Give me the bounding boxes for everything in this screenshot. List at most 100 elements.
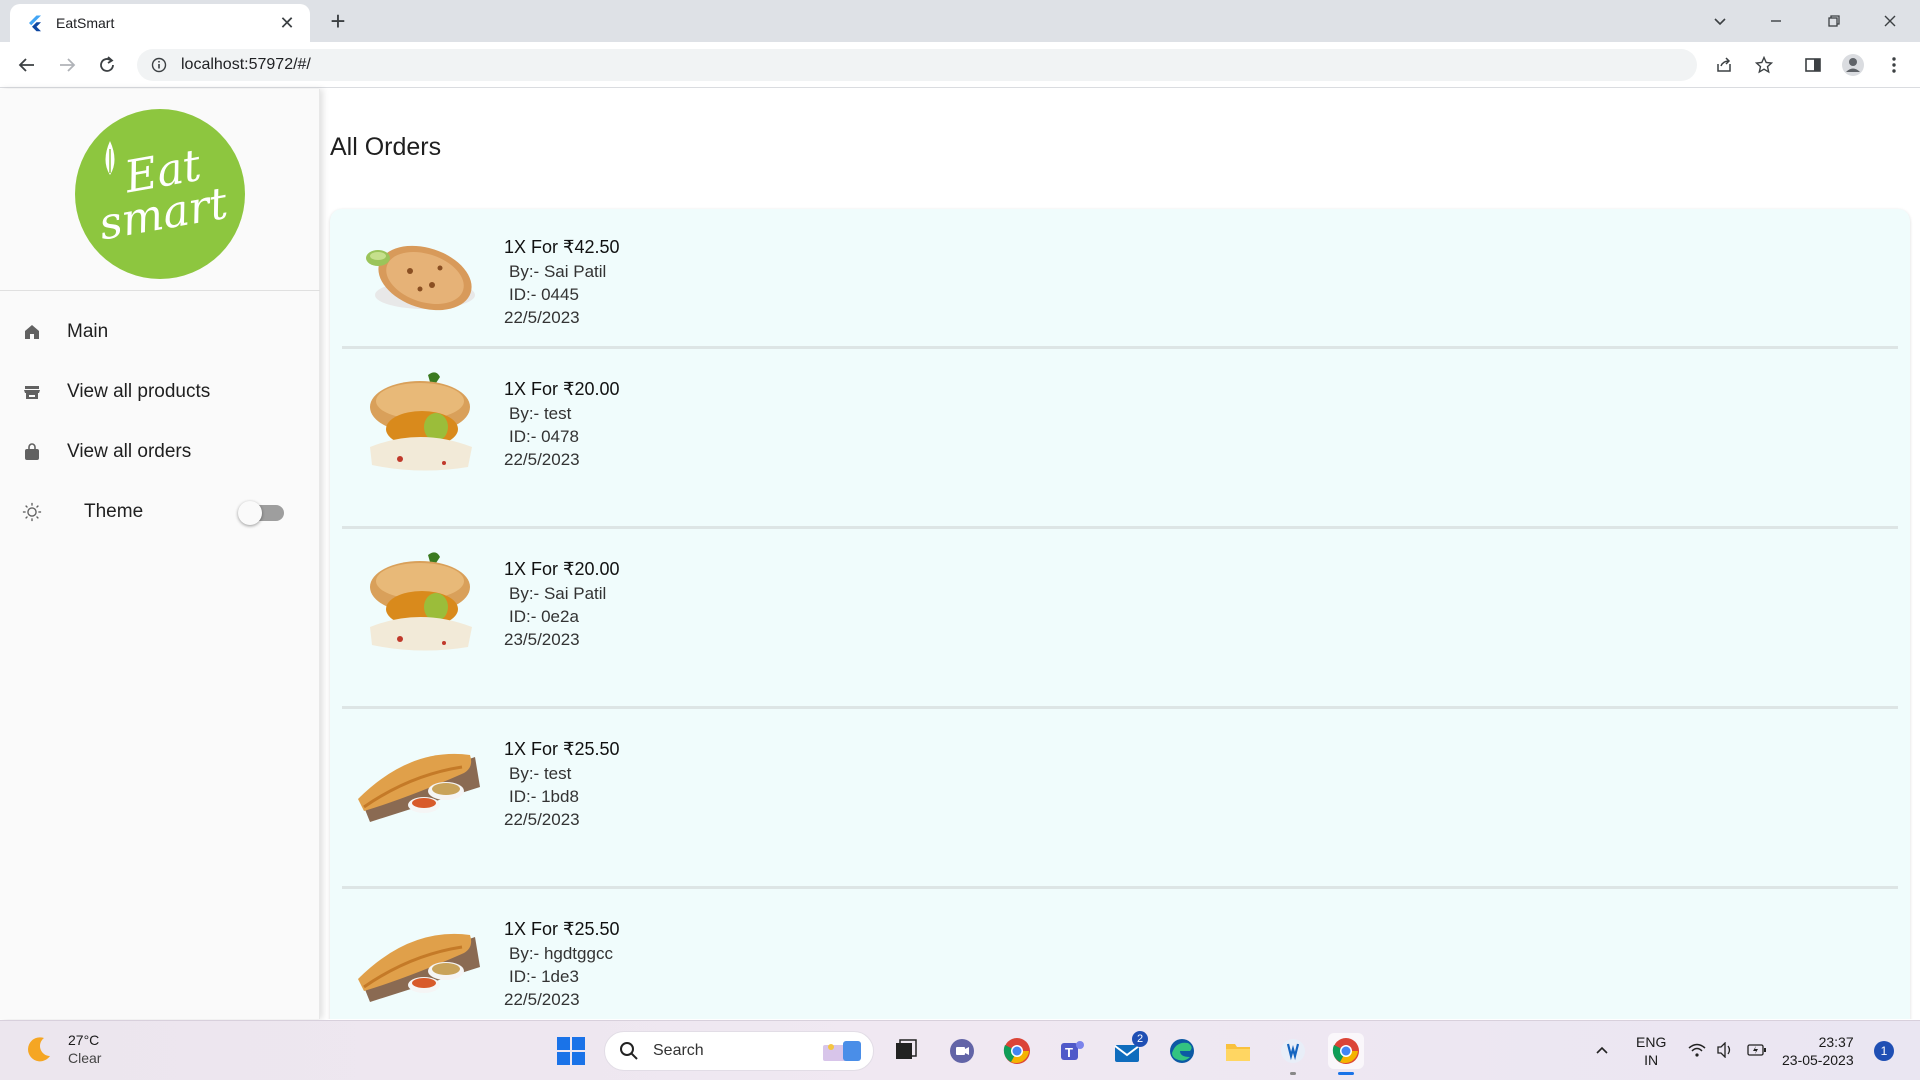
address-bar[interactable]: localhost:57972/#/	[137, 49, 1697, 81]
order-date: 22/5/2023	[504, 990, 580, 1009]
search-icon	[620, 1042, 638, 1060]
order-card[interactable]: 1X For ₹42.50 By:- Sai Patil ID:- 0445 2…	[342, 209, 1898, 349]
flutter-app-icon[interactable]	[1275, 1033, 1311, 1075]
order-customer: By:- test	[509, 404, 572, 423]
moon-icon	[28, 1037, 50, 1062]
back-button[interactable]	[13, 51, 41, 79]
browser-tab[interactable]: EatSmart ✕	[10, 4, 310, 42]
navigation-drawer: Eat smart Main View all products View al…	[0, 89, 320, 1019]
order-date: 23/5/2023	[504, 630, 580, 649]
reload-button[interactable]	[93, 51, 121, 79]
language-indicator[interactable]: ENG IN	[1636, 1033, 1666, 1069]
mail-icon[interactable]: 2	[1110, 1031, 1148, 1069]
dosa-image	[358, 933, 480, 1002]
minimize-button[interactable]	[1752, 6, 1800, 36]
order-id: ID:- 0e2a	[509, 607, 579, 626]
clock-time: 23:37	[1818, 1034, 1854, 1050]
file-explorer-icon[interactable]	[1220, 1033, 1256, 1069]
notification-badge[interactable]: 1	[1874, 1041, 1894, 1061]
order-id: ID:- 0478	[509, 427, 579, 446]
dosa-image	[358, 753, 480, 822]
wifi-icon[interactable]	[1686, 1035, 1708, 1065]
close-window-button[interactable]	[1866, 6, 1914, 36]
info-icon[interactable]	[151, 57, 167, 73]
order-id: ID:- 0445	[509, 285, 579, 304]
vada-pav-image	[370, 552, 472, 651]
order-price: 1X For ₹20.00	[504, 559, 620, 579]
order-date: 22/5/2023	[504, 450, 580, 469]
orders-list: 1X For ₹42.50 By:- Sai Patil ID:- 0445 2…	[330, 209, 1910, 1019]
sun-icon	[22, 502, 42, 522]
order-price: 1X For ₹42.50	[504, 237, 620, 257]
teams-chat-icon[interactable]	[944, 1033, 980, 1069]
sidebar-item-main[interactable]: Main	[0, 304, 320, 360]
sidebar-item-view-all-products[interactable]: View all products	[0, 364, 320, 420]
order-id: ID:- 1bd8	[509, 787, 579, 806]
browser-toolbar: localhost:57972/#/	[0, 42, 1920, 88]
system-clock[interactable]: 23:37 23-05-2023	[1782, 1033, 1854, 1069]
sidebar-item-label: View all products	[67, 381, 211, 402]
restore-button[interactable]	[1810, 6, 1858, 36]
tab-search-icon[interactable]	[1696, 6, 1744, 36]
weather-temperature: 27°C	[68, 1032, 100, 1048]
url-text: localhost:57972/#/	[181, 56, 311, 73]
vada-pav-image	[370, 372, 472, 471]
theme-row: Theme	[0, 484, 320, 540]
browser-tab-bar: EatSmart ✕ +	[0, 0, 1920, 42]
order-card[interactable]: 1X For ₹20.00 By:- test ID:- 0478 22/5/2…	[342, 349, 1898, 529]
page-title: All Orders	[330, 133, 442, 161]
menu-kebab-icon[interactable]	[1880, 51, 1908, 79]
chrome-active-icon[interactable]	[1328, 1033, 1364, 1075]
store-icon	[22, 382, 42, 402]
volume-icon[interactable]	[1714, 1035, 1736, 1065]
profile-avatar-icon[interactable]	[1839, 51, 1867, 79]
theme-toggle[interactable]	[238, 501, 284, 525]
side-panel-icon[interactable]	[1799, 51, 1827, 79]
weather-condition: Clear	[68, 1050, 102, 1066]
order-id: ID:- 1de3	[509, 967, 579, 986]
sidebar-item-label: Main	[67, 321, 109, 342]
sidebar-item-view-all-orders[interactable]: View all orders	[0, 424, 320, 480]
paratha-image	[366, 245, 475, 311]
edge-icon[interactable]	[1164, 1033, 1200, 1069]
forward-button[interactable]	[53, 51, 81, 79]
order-customer: By:- hgdtggcc	[509, 944, 613, 963]
new-tab-button[interactable]: +	[324, 8, 352, 36]
order-customer: By:- Sai Patil	[509, 584, 607, 603]
app-root: Eat smart Main View all products View al…	[0, 89, 1920, 1019]
order-card[interactable]: 1X For ₹25.50 By:- test ID:- 1bd8 22/5/2…	[342, 709, 1898, 889]
bookmark-star-icon[interactable]	[1750, 51, 1778, 79]
mail-badge: 2	[1132, 1031, 1148, 1047]
sidebar-item-label: View all orders	[67, 441, 192, 462]
language-code: ENG	[1636, 1034, 1667, 1050]
share-icon[interactable]	[1710, 51, 1738, 79]
windows-start-icon[interactable]	[556, 1036, 586, 1066]
teams-icon[interactable]: T	[1054, 1033, 1090, 1069]
close-tab-icon[interactable]: ✕	[276, 13, 298, 34]
order-price: 1X For ₹20.00	[504, 379, 620, 399]
order-date: 22/5/2023	[504, 810, 580, 829]
order-price: 1X For ₹25.50	[504, 739, 620, 759]
taskbar-search-box[interactable]: Search	[604, 1031, 874, 1071]
shopping-bag-icon	[22, 442, 42, 462]
windows-taskbar: 27°C Clear Search T 2 ENG IN 23:37 23-05…	[0, 1020, 1920, 1080]
weather-widget[interactable]: 27°C Clear	[24, 1031, 101, 1067]
task-view-icon[interactable]	[888, 1033, 924, 1069]
order-card[interactable]: 1X For ₹20.00 By:- Sai Patil ID:- 0e2a 2…	[342, 529, 1898, 709]
order-customer: By:- test	[509, 764, 572, 783]
chevron-up-icon[interactable]	[1592, 1035, 1612, 1065]
home-icon	[22, 322, 42, 342]
order-price: 1X For ₹25.50	[504, 919, 620, 939]
chrome-icon[interactable]	[999, 1033, 1035, 1069]
logo-header: Eat smart	[0, 89, 320, 291]
order-card[interactable]: 1X For ₹25.50 By:- hgdtggcc ID:- 1de3 22…	[342, 889, 1898, 1019]
search-highlight-icon	[823, 1041, 861, 1061]
region-code: IN	[1644, 1052, 1659, 1068]
search-label: Search	[653, 1042, 704, 1059]
order-date: 22/5/2023	[504, 308, 580, 327]
order-customer: By:- Sai Patil	[509, 262, 607, 281]
battery-icon[interactable]	[1745, 1035, 1769, 1065]
main-content: All Orders 1X For ₹42.50 By:- Sai Patil …	[320, 89, 1920, 1019]
svg-text:T: T	[1065, 1045, 1073, 1060]
clock-date: 23-05-2023	[1782, 1052, 1854, 1068]
